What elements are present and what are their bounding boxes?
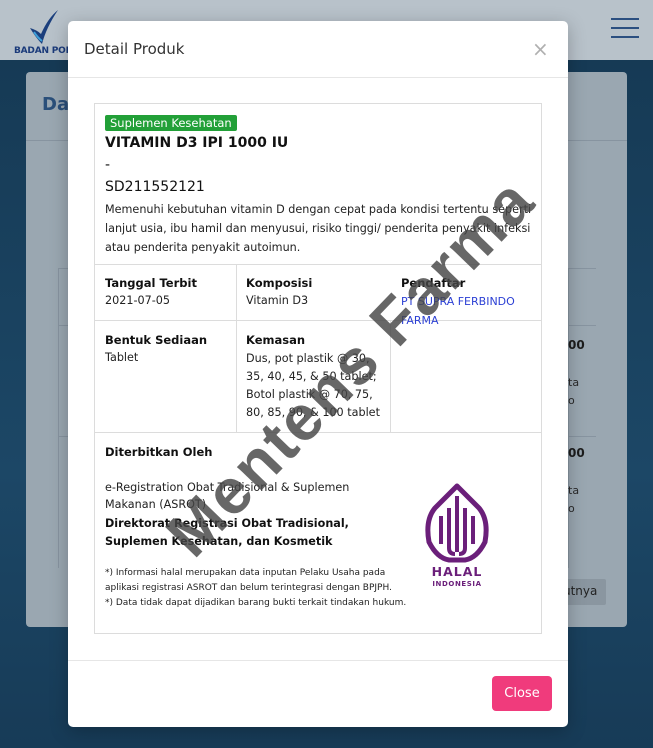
category-badge: Suplemen Kesehatan xyxy=(105,115,237,131)
product-separator: - xyxy=(105,157,111,173)
footnote: *) Informasi halal merupakan data inputa… xyxy=(105,566,415,611)
divider xyxy=(68,77,568,78)
close-icon[interactable]: × xyxy=(532,36,549,62)
divider xyxy=(95,432,541,433)
background-table-edge xyxy=(568,268,596,568)
background-row-value: 00 xyxy=(568,446,585,460)
hamburger-menu-icon[interactable] xyxy=(611,18,639,40)
logo-text: BADAN POM xyxy=(14,46,75,56)
background-row-detail: ta o xyxy=(568,376,580,407)
checkmark-logo-icon xyxy=(30,10,58,44)
product-description: Memenuhi kebutuhan vitamin D dengan cepa… xyxy=(105,203,532,254)
issued-by-label: Diterbitkan Oleh xyxy=(105,445,213,459)
divider xyxy=(95,264,541,265)
product-detail-modal: Detail Produk × Suplemen Kesehatan VITAM… xyxy=(68,21,568,727)
divider xyxy=(68,660,568,661)
background-row-value: 00 xyxy=(568,338,585,352)
divider xyxy=(390,320,391,432)
komposisi-label: Komposisi xyxy=(246,276,313,290)
bentuk-sediaan-label: Bentuk Sediaan xyxy=(105,333,208,347)
pendaftar-link[interactable]: PT SUPRA FERBINDO FARMA xyxy=(401,292,537,330)
pendaftar-label: Pendaftar xyxy=(401,276,466,290)
kemasan-label: Kemasan xyxy=(246,333,306,347)
kemasan-value: Dus, pot plastik @ 30, 35, 40, 45, & 50 … xyxy=(246,352,380,419)
footnote-evidence: *) Data tidak dapat dijadikan barang buk… xyxy=(105,598,407,608)
issued-by-directorate: Direktorat Registrasi Obat Tradisional, … xyxy=(105,517,349,548)
bpom-logo[interactable]: BADAN POM xyxy=(14,8,75,56)
halal-logo: HALAL INDONESIA xyxy=(417,482,497,590)
close-button[interactable]: Close xyxy=(492,676,552,711)
product-code: SD211552121 xyxy=(105,179,205,195)
divider xyxy=(236,264,237,432)
modal-title: Detail Produk xyxy=(84,40,185,58)
footnote-halal: *) Informasi halal merupakan data inputa… xyxy=(105,568,392,593)
bentuk-sediaan-value: Tablet xyxy=(105,351,139,364)
background-row-detail: ta o xyxy=(568,484,580,515)
halal-emblem-icon xyxy=(425,483,489,563)
komposisi-value: Vitamin D3 xyxy=(246,294,309,307)
tanggal-terbit-value: 2021-07-05 xyxy=(105,294,171,307)
tanggal-terbit-label: Tanggal Terbit xyxy=(105,276,197,290)
issued-by-organization: e-Registration Obat Tradisional & Suplem… xyxy=(105,481,350,511)
background-card-title: Da xyxy=(42,94,70,115)
halal-subtext: INDONESIA xyxy=(432,580,482,588)
divider xyxy=(58,268,59,568)
halal-text: HALAL xyxy=(431,564,483,579)
product-detail-box: Suplemen Kesehatan VITAMIN D3 IPI 1000 I… xyxy=(94,103,542,634)
product-name: VITAMIN D3 IPI 1000 IU xyxy=(105,135,289,151)
